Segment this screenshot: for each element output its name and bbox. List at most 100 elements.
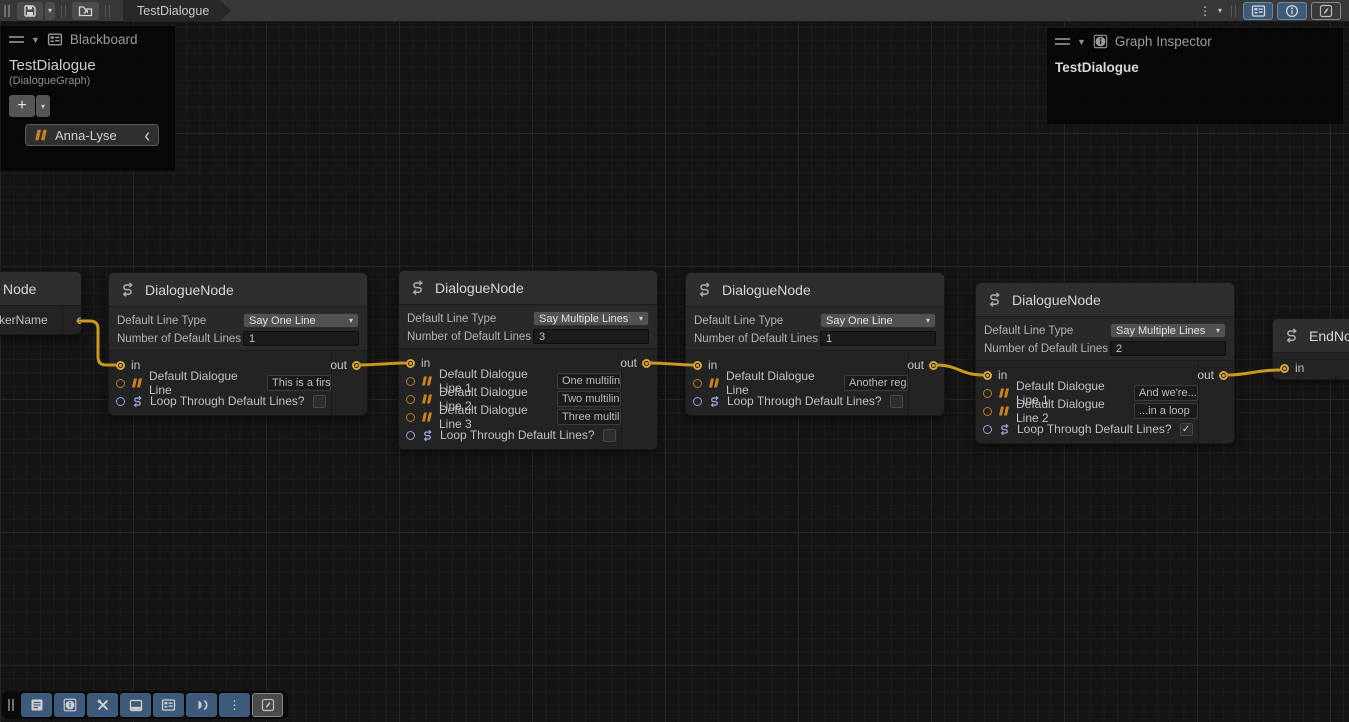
line-text-value: ...in a loop (1139, 405, 1190, 417)
line-type-dropdown[interactable]: Say One Line ▾ (820, 313, 936, 328)
inspector-toggle-button[interactable] (54, 693, 85, 717)
line-text-input[interactable]: Another regu (844, 375, 908, 391)
line-text-input[interactable]: One multiline (557, 373, 621, 389)
inspector-header[interactable]: ▼ Graph Inspector (1047, 28, 1343, 53)
line-text-input[interactable]: Two multiline (557, 391, 621, 407)
drag-handle-icon[interactable] (1055, 38, 1070, 45)
out-port-column: out (331, 351, 367, 415)
line-text-input[interactable]: ...in a loop (1134, 403, 1198, 419)
graph-inspector-panel[interactable]: ▼ Graph Inspector TestDialogue (1046, 27, 1344, 125)
field-name: Anna-Lyse (55, 128, 117, 143)
node-header[interactable]: DialogueNode (976, 283, 1234, 317)
divider (62, 306, 63, 334)
more-options-button[interactable]: ⋮ (219, 693, 250, 717)
minimap-toggle-button[interactable] (1311, 2, 1341, 20)
node-header[interactable]: DialogueNode (686, 273, 944, 307)
node-header[interactable]: EndNode (1273, 319, 1349, 353)
loop-port[interactable] (116, 397, 125, 406)
chevron-left-icon[interactable]: ‹ (144, 125, 150, 145)
tools-toggle-button[interactable] (87, 693, 118, 717)
line-port[interactable] (116, 379, 125, 388)
blackboard-toggle-button[interactable] (153, 693, 184, 717)
notes-toggle-button[interactable] (21, 693, 52, 717)
line-port[interactable] (406, 395, 415, 404)
line-label: Default Dialogue Line 2 (1016, 397, 1128, 425)
dialogue-node-3[interactable]: DialogueNode Default Line Type Say One L… (685, 272, 945, 416)
dialogue-node-4[interactable]: DialogueNode Default Line Type Say Multi… (975, 282, 1235, 444)
tools-icon (96, 698, 110, 712)
line-port[interactable] (406, 377, 415, 386)
line-port[interactable] (983, 407, 992, 416)
add-property-dropdown[interactable]: ▾ (36, 95, 50, 117)
line-type-value: Say Multiple Lines (539, 313, 628, 325)
drag-handle-icon[interactable] (9, 36, 24, 43)
toolbar-drag-handle[interactable] (8, 699, 14, 711)
toolbar-drag-handle[interactable] (4, 5, 10, 17)
end-node[interactable]: EndNode in (1272, 318, 1349, 380)
in-port[interactable] (983, 371, 992, 380)
num-lines-input[interactable]: 1 (243, 331, 359, 346)
speaker-node-partial[interactable]: Node kerName out (0, 271, 82, 335)
node-header[interactable]: Node (0, 272, 81, 306)
out-port[interactable] (1219, 371, 1228, 380)
inspector-toggle-button[interactable] (1277, 2, 1307, 20)
out-port[interactable] (929, 361, 938, 370)
line-type-label: Default Line Type (694, 315, 820, 327)
dialogue-node-2[interactable]: DialogueNode Default Line Type Say Multi… (398, 270, 658, 450)
loop-port[interactable] (693, 397, 702, 406)
collapse-arrow-icon[interactable]: ▼ (1077, 37, 1086, 47)
blackboard-field-anna-lyse[interactable]: Anna-Lyse ‹ (25, 124, 159, 146)
in-port[interactable] (406, 359, 415, 368)
dialogue-node-1[interactable]: DialogueNode Default Line Type Say One L… (108, 272, 368, 416)
save-button[interactable] (17, 2, 43, 20)
blackboard-toggle-button[interactable] (1243, 2, 1273, 20)
loop-checkbox[interactable] (603, 429, 616, 442)
line-text-input[interactable]: Three multilin (557, 409, 621, 425)
out-port[interactable] (352, 361, 361, 370)
save-icon (23, 4, 37, 18)
loop-checkbox[interactable]: ✓ (1180, 423, 1193, 436)
num-lines-input[interactable]: 1 (820, 331, 936, 346)
loop-row: Loop Through Default Lines? (109, 392, 331, 410)
graph-name: TestDialogue (1047, 53, 1343, 75)
in-port[interactable] (1280, 364, 1289, 373)
line-port[interactable] (693, 379, 702, 388)
save-dropdown-button[interactable]: ▾ (45, 2, 55, 20)
line-text-input[interactable]: This is a first (267, 375, 331, 391)
node-header[interactable]: DialogueNode (399, 271, 657, 305)
chevron-down-icon[interactable]: ▾ (1218, 7, 1222, 15)
tab-testdialogue[interactable]: TestDialogue (123, 0, 231, 22)
loop-checkbox[interactable] (890, 395, 903, 408)
collapse-arrow-icon[interactable]: ▼ (31, 35, 40, 45)
num-lines-input[interactable]: 2 (1110, 341, 1226, 356)
line-type-dropdown[interactable]: Say Multiple Lines ▾ (533, 311, 649, 326)
loop-checkbox[interactable] (313, 395, 326, 408)
loop-port[interactable] (406, 431, 415, 440)
in-port[interactable] (693, 361, 702, 370)
graph-canvas[interactable]: ▾ TestDialogue ⋮ ▾ (0, 0, 1349, 722)
toolbar-separator (61, 5, 66, 17)
blackboard-header[interactable]: ▼ Blackboard (1, 26, 175, 51)
out-port[interactable] (642, 359, 651, 368)
line-port[interactable] (406, 413, 415, 422)
more-options-icon[interactable]: ⋮ (1199, 5, 1211, 17)
in-port[interactable] (116, 361, 125, 370)
line-text-input[interactable]: And we're... (1134, 385, 1198, 401)
line-type-dropdown[interactable]: Say Multiple Lines ▾ (1110, 323, 1226, 338)
num-lines-input[interactable]: 3 (533, 329, 649, 344)
dialogue-node-icon (409, 279, 426, 296)
node-header[interactable]: DialogueNode (109, 273, 367, 307)
graph-name: TestDialogue (1, 51, 175, 74)
line-text-value: Three multilin (562, 411, 621, 423)
window-toggle-button[interactable] (120, 693, 151, 717)
folder-open-icon (78, 4, 93, 17)
blackboard-panel[interactable]: ▼ Blackboard TestDialogue (DialogueGraph… (0, 25, 176, 172)
transition-toggle-button[interactable] (186, 693, 217, 717)
loop-label: Loop Through Default Lines? (1017, 422, 1172, 436)
line-type-dropdown[interactable]: Say One Line ▾ (243, 313, 359, 328)
pen-toggle-button[interactable] (252, 693, 283, 717)
open-asset-button[interactable] (72, 2, 99, 20)
line-port[interactable] (983, 389, 992, 398)
loop-port[interactable] (983, 425, 992, 434)
add-property-button[interactable]: + (9, 95, 35, 117)
